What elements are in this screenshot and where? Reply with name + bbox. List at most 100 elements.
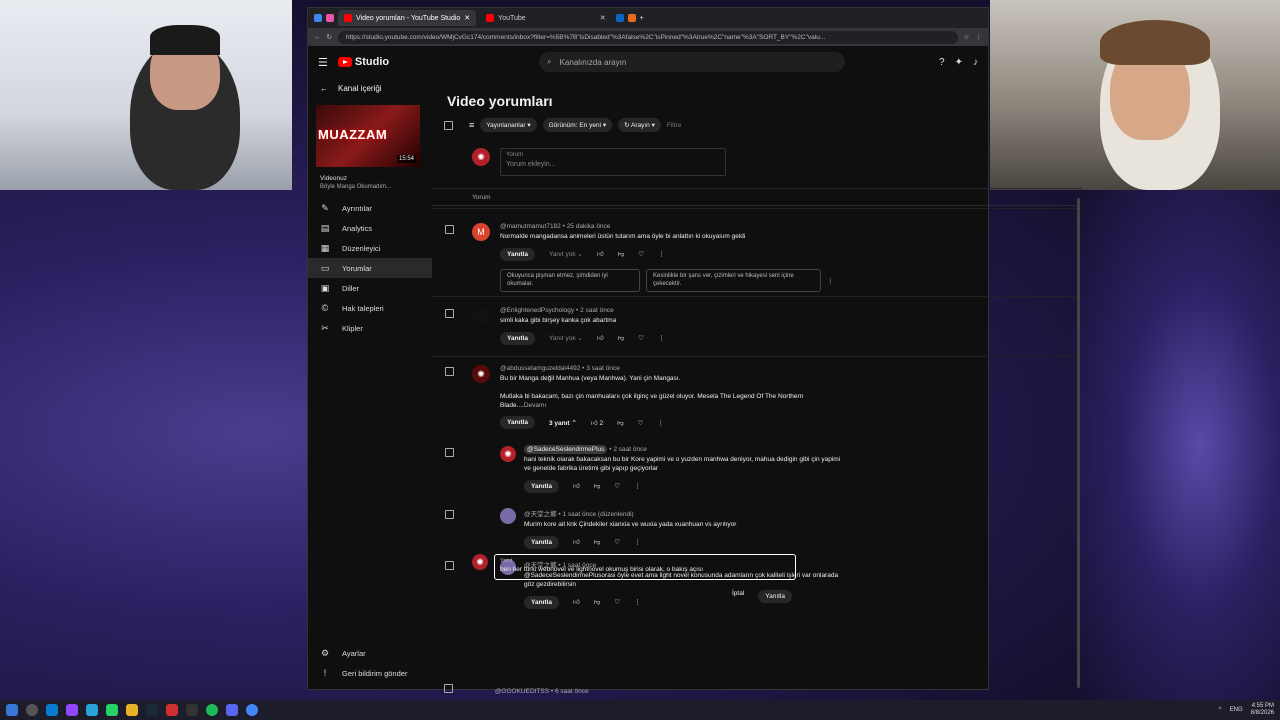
comment-author[interactable]: @天堂之鄉: [524, 511, 557, 518]
filter-input[interactable]: Filtre: [667, 122, 681, 129]
sidebar-item-comments[interactable]: ▭ Yorumlar: [308, 258, 432, 278]
more-icon[interactable]: ⋮: [658, 250, 665, 258]
dislike-icon[interactable]: 👎︎: [594, 538, 601, 546]
tab-video-comments[interactable]: Video yorumları - YouTube Studio ✕: [338, 10, 477, 26]
star-icon[interactable]: ☆: [964, 33, 970, 41]
sidebar-item-languages[interactable]: ▣ Diller: [308, 278, 432, 298]
more-icon[interactable]: ⋮: [634, 598, 641, 606]
channel-search[interactable]: ⌕ Kanalınızda arayın: [539, 52, 846, 72]
add-comment-input[interactable]: Yorum Yorum ekleyin...: [500, 148, 726, 176]
studio-logo[interactable]: Studio: [337, 56, 389, 68]
row-checkbox[interactable]: [445, 309, 454, 318]
search-icon[interactable]: [26, 704, 38, 716]
more-icon[interactable]: ⋮: [634, 482, 641, 490]
comment-author[interactable]: @abdusselamguzeldal4492: [500, 365, 580, 372]
extensions-icon[interactable]: ⋮: [976, 33, 983, 41]
edge-icon[interactable]: [46, 704, 58, 716]
row-checkbox[interactable]: [445, 561, 454, 570]
app-icon[interactable]: [186, 704, 198, 716]
row-checkbox[interactable]: [444, 684, 453, 693]
select-all-checkbox[interactable]: [444, 120, 453, 130]
tab-favicon[interactable]: [627, 14, 636, 22]
dislike-icon[interactable]: 👎︎: [618, 334, 625, 342]
cancel-button[interactable]: İptal: [732, 590, 744, 603]
sidebar-item-editor[interactable]: ▦ Düzenleyici: [308, 238, 432, 258]
like-icon[interactable]: 👍︎ 2: [591, 419, 603, 427]
like-icon[interactable]: 👍︎: [597, 334, 604, 342]
no-replies-toggle[interactable]: Yanıt yok ⌄: [549, 334, 583, 342]
suggested-reply[interactable]: Kesinlikle bir şans ver, çizimleri ve hi…: [646, 268, 821, 293]
more-icon[interactable]: ⋮: [827, 277, 834, 285]
reload-icon[interactable]: ↻: [327, 33, 332, 41]
linkedin-icon[interactable]: [615, 14, 624, 22]
no-replies-toggle[interactable]: Yanıt yok ⌄: [549, 250, 583, 258]
close-icon[interactable]: ✕: [464, 14, 470, 22]
heart-icon[interactable]: ♡: [614, 538, 620, 546]
telegram-icon[interactable]: [86, 704, 98, 716]
comment-author[interactable]: @GGOKUEDITSS: [495, 688, 549, 695]
discord-icon[interactable]: [226, 704, 238, 716]
published-dropdown[interactable]: Yayınlananlar ▾: [480, 118, 537, 132]
help-icon[interactable]: ?: [939, 57, 945, 68]
more-icon[interactable]: ⋮: [658, 334, 665, 342]
comment-author[interactable]: @SadeceSeslendirmePlus: [524, 445, 608, 454]
more-icon[interactable]: ⋮: [658, 419, 665, 427]
close-icon[interactable]: ✕: [600, 14, 606, 22]
sidebar-item-details[interactable]: ✎ Ayrıntılar: [308, 198, 432, 218]
video-thumbnail[interactable]: MUAZZAM 15:54: [316, 105, 420, 167]
chrome-icon[interactable]: [246, 704, 258, 716]
heart-icon[interactable]: ♡: [614, 598, 620, 606]
reply-button[interactable]: Yanıtla: [524, 535, 559, 549]
scrollbar[interactable]: [1077, 198, 1080, 688]
row-checkbox[interactable]: [445, 448, 454, 457]
like-icon[interactable]: 👍︎: [573, 482, 580, 490]
reply-button[interactable]: Yanıtla: [500, 247, 535, 261]
whatsapp-icon[interactable]: [106, 704, 118, 716]
bell-icon[interactable]: ♪: [973, 57, 978, 68]
heart-icon[interactable]: ♡: [638, 250, 644, 258]
dislike-icon[interactable]: 👎︎: [617, 419, 624, 427]
comment-author[interactable]: @EnlightenedPsychology: [500, 307, 574, 314]
tray-chevron-icon[interactable]: ^: [1219, 707, 1222, 713]
sidebar-item-claims[interactable]: © Hak talepleri: [308, 298, 432, 318]
reply-input[interactable]: Yanıt ben her türlü webnovel ve lightnov…: [494, 554, 796, 580]
replies-toggle[interactable]: 3 yanıt ⌃: [549, 419, 577, 427]
start-icon[interactable]: [6, 704, 18, 716]
row-checkbox[interactable]: [445, 225, 454, 234]
heart-icon[interactable]: ♡: [638, 334, 644, 342]
back-icon[interactable]: ←: [314, 34, 321, 41]
row-checkbox[interactable]: [445, 510, 454, 519]
sidebar-item-settings[interactable]: ⚙ Ayarlar: [308, 643, 432, 663]
language-indicator[interactable]: ENG: [1230, 707, 1243, 713]
spotify-icon[interactable]: [206, 704, 218, 716]
sparkle-icon[interactable]: ✦: [955, 57, 963, 68]
sidebar-item-analytics[interactable]: ▤ Analytics: [308, 218, 432, 238]
like-icon[interactable]: 👍︎: [573, 538, 580, 546]
new-tab-icon[interactable]: +: [640, 15, 644, 22]
reply-button[interactable]: Yanıtla: [500, 416, 535, 430]
back-to-content[interactable]: ← Kanal içeriği: [308, 78, 432, 99]
filter-icon[interactable]: ≡: [469, 120, 474, 130]
dislike-icon[interactable]: 👎︎: [618, 250, 625, 258]
url-field[interactable]: https://studio.youtube.com/video/WMjCvGc…: [337, 30, 958, 44]
submit-reply-button[interactable]: Yanıtla: [758, 590, 793, 603]
dislike-icon[interactable]: 👎︎: [594, 598, 601, 606]
like-icon[interactable]: 👍︎: [597, 250, 604, 258]
comment-author[interactable]: @mamutmamut7182: [500, 223, 561, 230]
folder-icon[interactable]: [126, 704, 138, 716]
heart-icon[interactable]: ♡: [638, 419, 644, 427]
reply-button[interactable]: Yanıtla: [524, 595, 559, 609]
search-chip[interactable]: ↻ Arayın ▾: [618, 118, 661, 132]
sidebar-item-feedback[interactable]: ! Geri bildirim gönder: [308, 663, 432, 683]
reply-button[interactable]: Yanıtla: [524, 479, 559, 493]
clock[interactable]: 4:55 PM 8/8/2026: [1251, 703, 1274, 717]
like-icon[interactable]: 👍︎: [573, 598, 580, 606]
row-checkbox[interactable]: [445, 367, 454, 376]
app-icon[interactable]: [166, 704, 178, 716]
tab-youtube[interactable]: YouTube ✕: [480, 10, 611, 26]
dislike-icon[interactable]: 👎︎: [594, 482, 601, 490]
menu-icon[interactable]: ☰: [318, 56, 328, 69]
suggested-reply[interactable]: Okuyunca pişman etmez, şimdiden iyi okum…: [500, 268, 640, 293]
read-more-link[interactable]: Devamı: [524, 402, 546, 409]
steam-icon[interactable]: [146, 704, 158, 716]
